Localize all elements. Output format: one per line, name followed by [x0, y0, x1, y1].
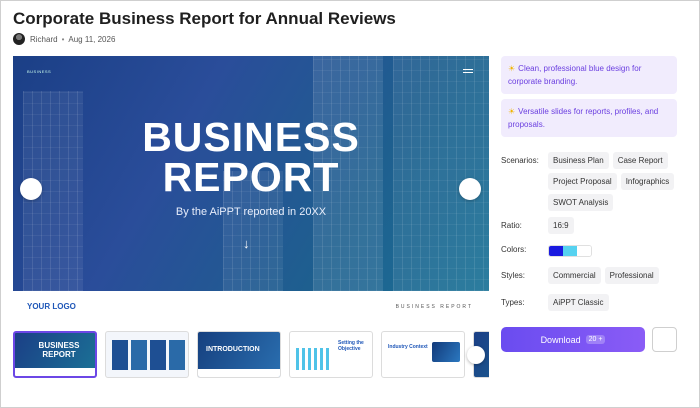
style-tags: Commercial Professional	[548, 267, 688, 284]
thumbnail-label: INTRODUCTION	[206, 346, 260, 353]
menu-icon	[463, 69, 473, 75]
thumbnail-3[interactable]: INTRODUCTION	[197, 331, 281, 378]
type-tag[interactable]: AiPPT Classic	[548, 294, 609, 311]
avatar[interactable]	[13, 33, 25, 45]
hero-headline-2: REPORT	[162, 154, 340, 200]
color-swatch	[577, 246, 591, 256]
color-swatches[interactable]	[548, 245, 592, 257]
thumbnail-strip: BUSINESS REPORT INTRODUCTION Setting the…	[13, 331, 489, 378]
scenario-tag[interactable]: Infographics	[620, 173, 675, 190]
download-count-badge: 20 +	[585, 335, 606, 344]
thumbnail-2[interactable]	[105, 331, 189, 378]
feature-note-text: Clean, professional blue design for corp…	[508, 64, 642, 86]
publish-date: Aug 11, 2026	[68, 34, 116, 44]
hero-headline-1: BUSINESS	[142, 114, 360, 160]
download-button[interactable]: Download 20 +	[501, 327, 645, 352]
style-tag[interactable]: Professional	[604, 267, 659, 284]
scenario-tag[interactable]: Business Plan	[548, 152, 609, 169]
feature-note-2: ☀ Versatile slides for reports, profiles,…	[501, 99, 677, 137]
thumbnail-next-button[interactable]	[467, 346, 485, 364]
ratio-tags: 16:9	[548, 217, 688, 234]
favorite-button[interactable]	[652, 327, 677, 352]
template-preview[interactable]: BUSINESS BUSINESS REPORT By the AiPPT re…	[13, 56, 489, 321]
scenario-tag[interactable]: Project Proposal	[548, 173, 617, 190]
thumbnail-label: Setting the Objective	[338, 340, 364, 352]
feature-note-1: ☀ Clean, professional blue design for cor…	[501, 56, 677, 94]
hero-subtitle: By the AiPPT reported in 20XX	[175, 206, 327, 218]
preview-footer: YOUR LOGO BUSINESS REPORT	[13, 291, 489, 321]
scenario-tags: Business Plan Case Report Project Propos…	[548, 152, 688, 211]
next-slide-button[interactable]	[459, 178, 481, 200]
styles-label: Styles:	[501, 271, 526, 280]
sun-icon: ☀	[508, 107, 516, 116]
ratio-tag[interactable]: 16:9	[548, 217, 574, 234]
meta-separator: •	[61, 34, 65, 44]
sun-icon: ☀	[508, 64, 516, 73]
feature-note-text: Versatile slides for reports, profiles, …	[508, 107, 659, 129]
scenario-tag[interactable]: Case Report	[612, 152, 668, 169]
download-label: Download	[540, 334, 581, 345]
color-swatch	[563, 246, 577, 256]
scenarios-label: Scenarios:	[501, 156, 539, 165]
footer-text: BUSINESS REPORT	[395, 304, 473, 310]
preview-hero: BUSINESS BUSINESS REPORT By the AiPPT re…	[13, 56, 489, 291]
style-tag[interactable]: Commercial	[548, 267, 601, 284]
thumbnail-1[interactable]: BUSINESS REPORT	[13, 331, 97, 378]
ratio-label: Ratio:	[501, 221, 522, 230]
scenario-tag[interactable]: SWOT Analysis	[548, 194, 614, 211]
type-tags: AiPPT Classic	[548, 294, 688, 311]
thumbnail-label: Industry Context	[388, 344, 428, 350]
arrow-down-icon: ↓	[243, 236, 250, 251]
page-title: Corporate Business Report for Annual Rev…	[13, 9, 396, 28]
colors-label: Colors:	[501, 245, 527, 254]
types-label: Types:	[501, 298, 525, 307]
author-name[interactable]: Richard	[30, 35, 58, 44]
hero-brand: BUSINESS	[27, 69, 52, 74]
thumbnail-5[interactable]: Industry Context	[381, 331, 465, 378]
thumbnail-4[interactable]: Setting the Objective	[289, 331, 373, 378]
color-swatch	[549, 246, 563, 256]
prev-slide-button[interactable]	[20, 178, 42, 200]
thumbnail-label: BUSINESS REPORT	[38, 341, 80, 359]
logo-text: YOUR LOGO	[27, 302, 76, 311]
author-meta: Richard • Aug 11, 2026	[13, 33, 115, 45]
